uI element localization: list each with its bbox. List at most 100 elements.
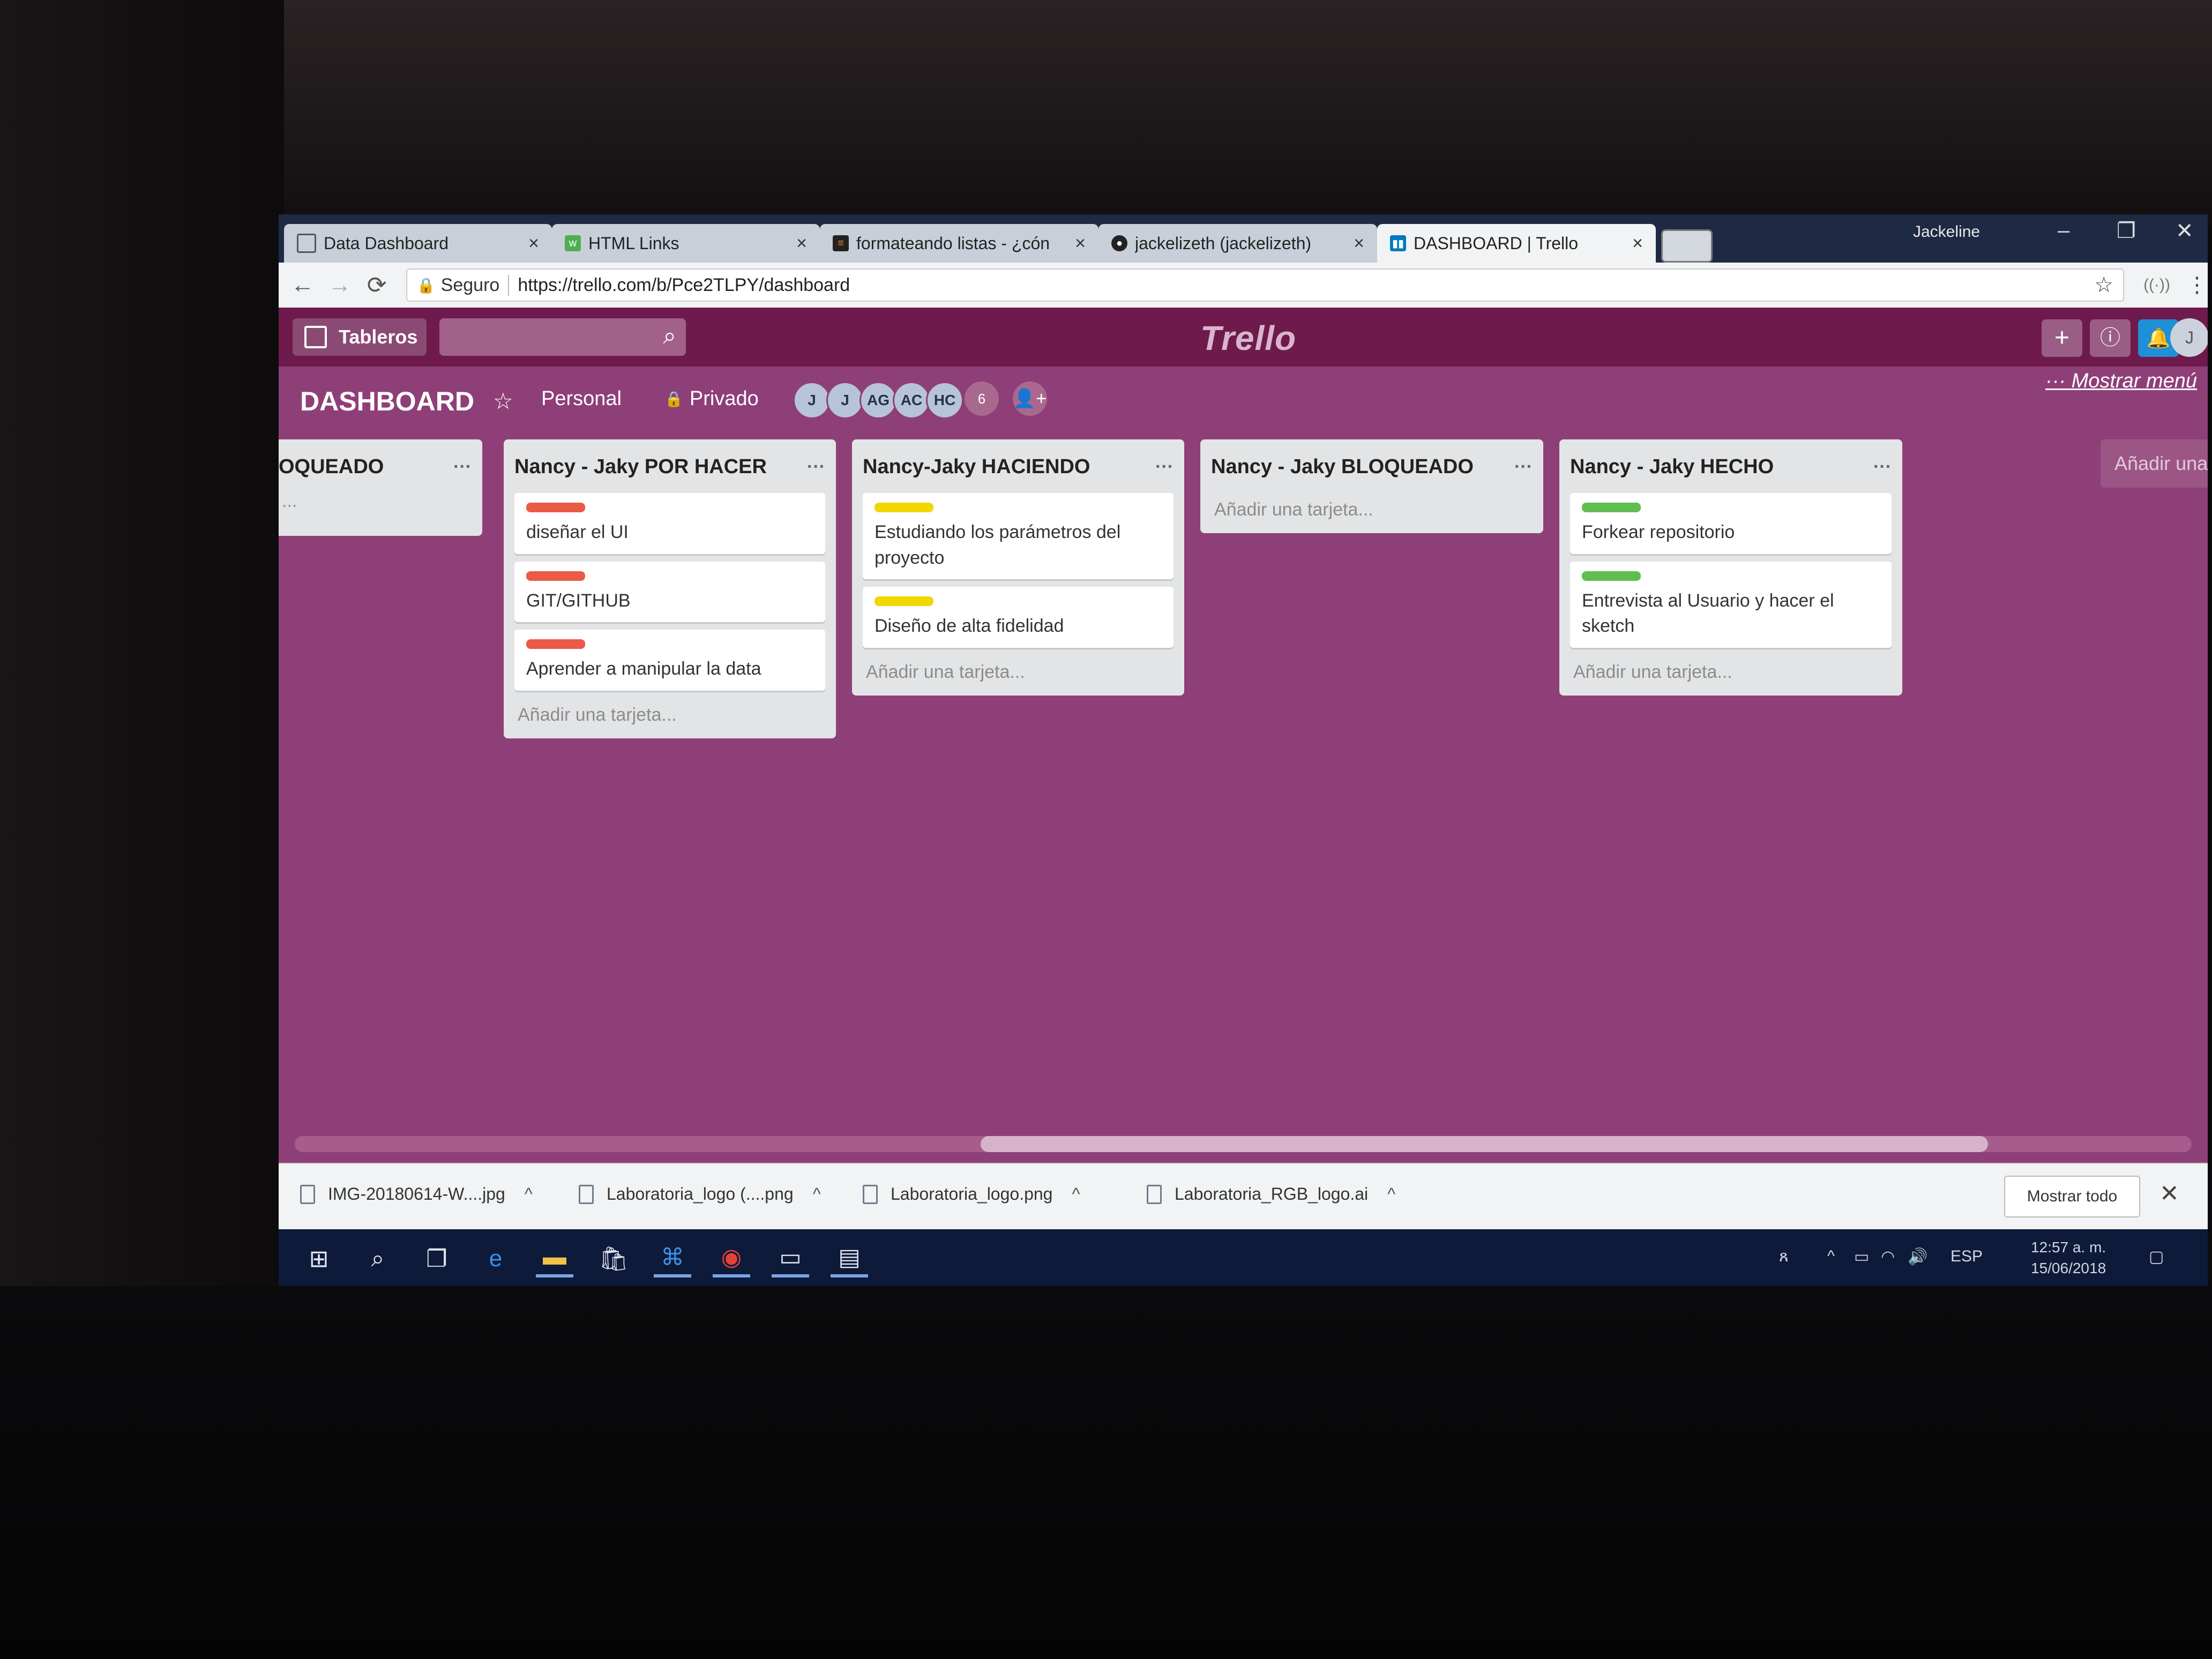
list-title[interactable]: OQUEADO — [279, 455, 384, 479]
plus-icon[interactable]: + — [2042, 319, 2082, 357]
battery-icon[interactable]: ▭ — [1854, 1247, 1869, 1266]
people-icon[interactable]: ጸ — [1779, 1247, 1789, 1266]
search-input[interactable]: ⌕ — [439, 318, 686, 356]
list-menu-icon[interactable]: ··· — [1873, 457, 1892, 477]
stackoverflow-icon: ≡ — [833, 235, 849, 251]
app-icon[interactable]: ▤ — [831, 1240, 868, 1277]
wifi-icon[interactable]: ◠ — [1881, 1247, 1895, 1266]
tab-data-dashboard[interactable]: Data Dashboard × — [284, 224, 552, 263]
board-header: DASHBOARD ☆ Personal 🔒 Privado J J AG AC… — [279, 367, 2208, 436]
member-avatar[interactable]: J — [793, 382, 831, 419]
task-view-icon[interactable]: ❐ — [418, 1240, 455, 1277]
list-menu-icon[interactable]: ··· — [807, 457, 825, 477]
clock[interactable]: 12:57 a. m. 15/06/2018 — [2031, 1237, 2106, 1279]
chevron-up-icon[interactable]: ^ — [525, 1184, 533, 1204]
search-icon[interactable]: ⌕ — [359, 1240, 397, 1277]
window-close-icon[interactable]: ✕ — [2176, 219, 2194, 243]
list-bloqueado-partial: OQUEADO ··· ... — [279, 439, 482, 536]
boards-icon — [304, 326, 327, 348]
visibility-button[interactable]: 🔒 Privado — [654, 378, 769, 419]
chevron-up-icon[interactable]: ^ — [1827, 1247, 1835, 1266]
user-avatar[interactable]: J — [2170, 318, 2208, 357]
windows-start-icon[interactable]: ⊞ — [300, 1240, 338, 1277]
team-button[interactable]: Personal — [530, 378, 632, 419]
card[interactable]: diseñar el UI — [514, 493, 825, 554]
back-icon[interactable]: ← — [284, 272, 321, 298]
url-text[interactable]: https://trello.com/b/Pce2TLPY/dashboard — [518, 275, 2094, 296]
download-item[interactable]: Laboratoria_RGB_logo.ai ^ — [1147, 1184, 1395, 1204]
list-title[interactable]: Nancy - Jaky HECHO — [1570, 455, 1774, 479]
terminal-icon[interactable]: ▭ — [772, 1240, 809, 1277]
tab-github[interactable]: ● jackelizeth (jackelizeth) × — [1098, 224, 1377, 263]
volume-icon[interactable]: 🔊 — [1908, 1247, 1927, 1266]
scrollbar-thumb[interactable] — [981, 1136, 1988, 1152]
add-card-link[interactable]: Añadir una tarjeta... — [1570, 662, 1892, 683]
board-title[interactable]: DASHBOARD — [300, 386, 474, 417]
tab-trello[interactable]: ▮▮ DASHBOARD | Trello × — [1377, 224, 1656, 263]
card[interactable]: Estudiando los parámetros del proyecto — [863, 493, 1174, 580]
edge-icon[interactable]: e — [477, 1240, 514, 1277]
member-avatar[interactable]: AG — [860, 382, 897, 419]
language-indicator[interactable]: ESP — [1951, 1247, 1983, 1266]
info-icon[interactable]: ⓘ — [2090, 319, 2131, 357]
file-explorer-icon[interactable]: ▬ — [536, 1240, 573, 1277]
show-menu-link[interactable]: ··· Mostrar menú — [2045, 370, 2197, 393]
add-member-icon[interactable]: 👤+ — [1013, 382, 1047, 416]
tab-formateando-listas[interactable]: ≡ formateando listas - ¿cón × — [820, 224, 1098, 263]
restore-icon[interactable]: ❐ — [2117, 219, 2136, 243]
chrome-icon[interactable]: ◉ — [713, 1240, 750, 1277]
star-icon[interactable]: ☆ — [493, 388, 513, 414]
omnibox[interactable]: 🔒 Seguro https://trello.com/b/Pce2TLPY/d… — [406, 268, 2125, 302]
card[interactable]: GIT/GITHUB — [514, 561, 825, 623]
store-icon[interactable]: 🛍 — [595, 1240, 632, 1277]
chrome-menu-icon[interactable]: ⋮ — [2186, 273, 2208, 297]
close-icon[interactable]: × — [528, 233, 539, 254]
close-icon[interactable]: × — [1632, 233, 1643, 254]
boards-button[interactable]: Tableros — [293, 318, 427, 356]
chevron-up-icon[interactable]: ^ — [1387, 1184, 1395, 1204]
board-scrollbar[interactable] — [295, 1136, 2192, 1152]
vscode-icon[interactable]: ⌘ — [654, 1240, 691, 1277]
list-title[interactable]: Nancy-Jaky HACIENDO — [863, 455, 1090, 479]
add-list-button[interactable]: Añadir una — [2101, 439, 2208, 488]
chevron-up-icon[interactable]: ^ — [813, 1184, 821, 1204]
add-card-link[interactable]: Añadir una tarjeta... — [1211, 499, 1533, 520]
minimize-icon[interactable]: – — [2058, 219, 2069, 243]
member-avatar[interactable]: HC — [926, 382, 963, 419]
notifications-icon[interactable]: ▢ — [2149, 1247, 2164, 1266]
card[interactable]: Entrevista al Usuario y hacer el sketch — [1570, 561, 1892, 648]
download-item[interactable]: IMG-20180614-W....jpg ^ — [300, 1184, 533, 1204]
list-menu-icon[interactable]: ··· — [1155, 457, 1174, 477]
list-title[interactable]: Nancy - Jaky BLOQUEADO — [1211, 455, 1474, 479]
tab-html-links[interactable]: w HTML Links × — [552, 224, 820, 263]
forward-icon[interactable]: → — [321, 272, 358, 298]
card[interactable]: Aprender a manipular la data — [514, 630, 825, 691]
chevron-up-icon[interactable]: ^ — [1072, 1184, 1080, 1204]
reload-icon[interactable]: ⟳ — [358, 272, 395, 299]
member-avatar[interactable]: AC — [893, 382, 930, 419]
list-menu-icon[interactable]: ··· — [453, 457, 472, 477]
close-downloads-icon[interactable]: ✕ — [2159, 1180, 2179, 1207]
member-avatar[interactable]: J — [826, 382, 864, 419]
close-icon[interactable]: × — [1075, 233, 1086, 254]
monitor-bezel-bottom — [0, 1286, 2212, 1659]
trello-logo[interactable]: Trello — [1200, 318, 1296, 358]
close-icon[interactable]: × — [796, 233, 807, 254]
download-item[interactable]: Laboratoria_logo (....png ^ — [579, 1184, 821, 1204]
add-card-link[interactable]: Añadir una tarjeta... — [514, 705, 825, 726]
add-card-link[interactable]: Añadir una tarjeta... — [863, 662, 1174, 683]
list-title[interactable]: Nancy - Jaky POR HACER — [514, 455, 767, 479]
add-card-link[interactable]: ... — [279, 491, 472, 512]
download-item[interactable]: Laboratoria_logo.png ^ — [863, 1184, 1080, 1204]
list-menu-icon[interactable]: ··· — [1514, 457, 1533, 477]
card[interactable]: Diseño de alta fidelidad — [863, 587, 1174, 648]
close-icon[interactable]: × — [1354, 233, 1364, 254]
show-all-button[interactable]: Mostrar todo — [2004, 1176, 2140, 1217]
member-count[interactable]: 6 — [965, 382, 999, 416]
bookmark-star-icon[interactable]: ☆ — [2094, 273, 2113, 297]
extension-icon[interactable]: ((·)) — [2143, 276, 2170, 294]
downloads-bar: IMG-20180614-W....jpg ^ Laboratoria_logo… — [279, 1163, 2208, 1230]
new-tab-button[interactable] — [1661, 229, 1713, 263]
window-user[interactable]: Jackeline — [1913, 223, 1980, 241]
card[interactable]: Forkear repositorio — [1570, 493, 1892, 554]
